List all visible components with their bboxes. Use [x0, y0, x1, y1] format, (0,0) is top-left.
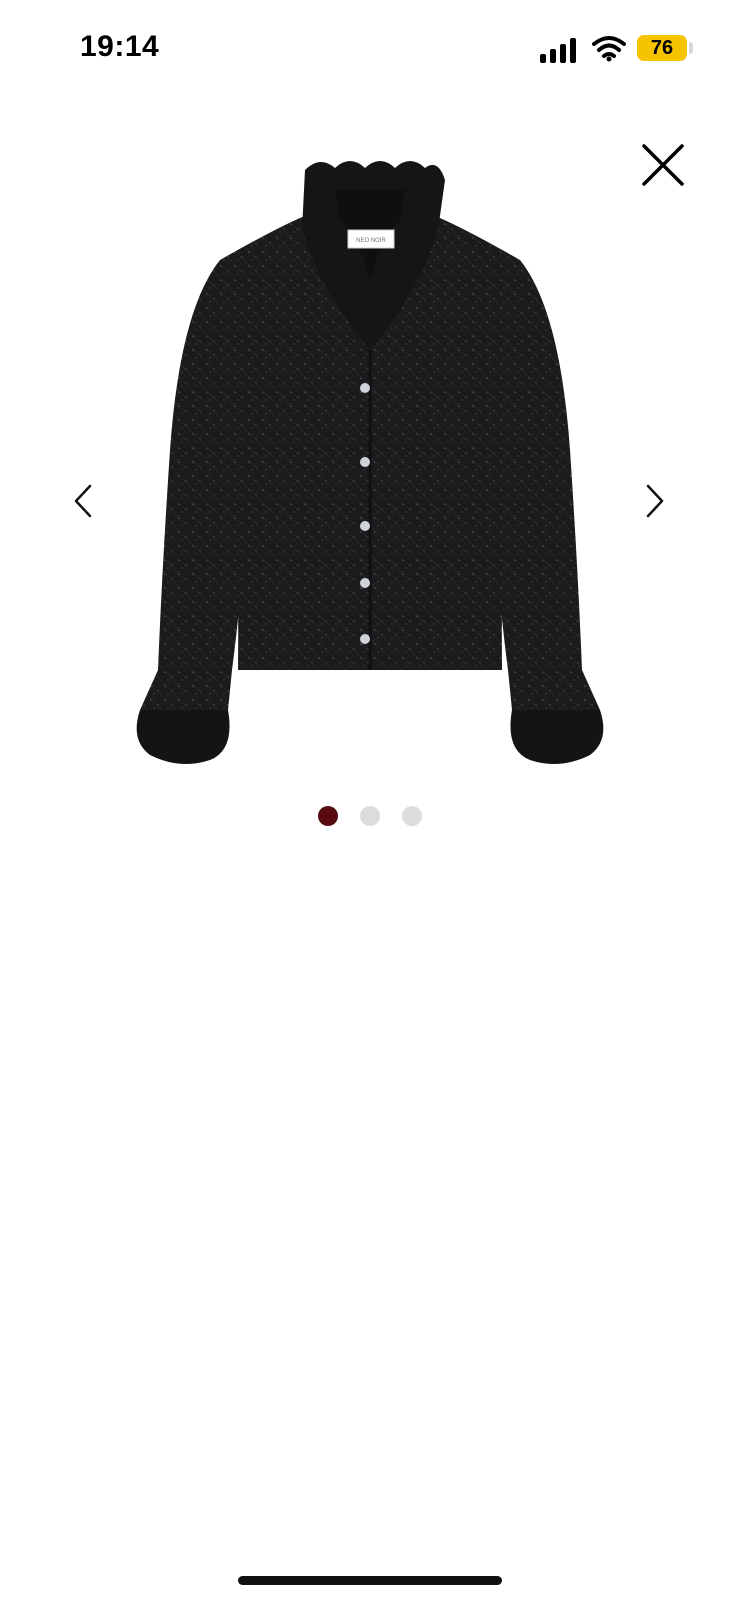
status-time: 19:14: [80, 30, 160, 63]
wifi-icon: [592, 36, 626, 62]
image-carousel[interactable]: NEO NOIR: [0, 120, 739, 880]
pagination-dot-2[interactable]: [359, 806, 380, 826]
chevron-right-icon[interactable]: [636, 476, 676, 526]
signal-icon: [540, 37, 580, 63]
battery-level: 76: [650, 36, 674, 59]
carousel-pagination: [0, 806, 739, 830]
status-bar: 19:14 76: [0, 0, 739, 100]
chevron-left-icon[interactable]: [62, 476, 102, 526]
brand-label: NEO NOIR: [356, 238, 386, 244]
product-image: NEO NOIR: [136, 161, 604, 764]
battery-tip: [689, 42, 693, 54]
battery-icon: 76: [637, 35, 687, 61]
pagination-dot-3[interactable]: [401, 806, 422, 826]
pagination-dot-1[interactable]: [317, 806, 338, 826]
home-indicator: [238, 1576, 502, 1585]
